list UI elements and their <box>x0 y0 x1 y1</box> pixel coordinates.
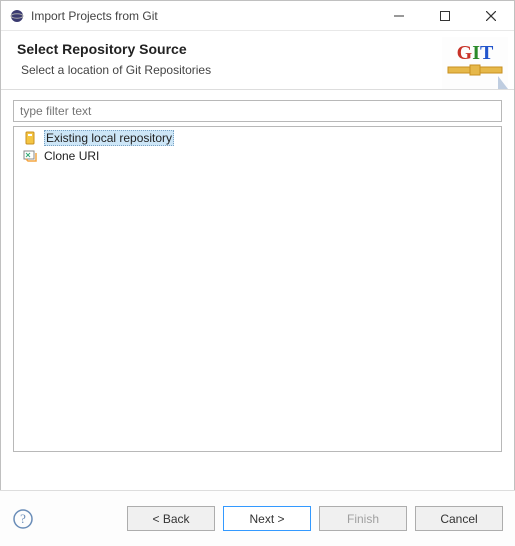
repo-icon <box>22 130 38 146</box>
option-label: Clone URI <box>44 149 99 163</box>
svg-text:GIT: GIT <box>457 42 494 64</box>
eclipse-icon <box>9 8 25 24</box>
wizard-footer: ? < Back Next > Finish Cancel <box>0 490 515 546</box>
filter-input[interactable] <box>13 100 502 122</box>
close-button[interactable] <box>468 1 514 30</box>
minimize-button[interactable] <box>376 1 422 30</box>
page-title: Select Repository Source <box>17 41 498 57</box>
git-logo: GIT <box>442 37 508 89</box>
back-button[interactable]: < Back <box>127 506 215 531</box>
maximize-button[interactable] <box>422 1 468 30</box>
finish-button[interactable]: Finish <box>319 506 407 531</box>
help-icon[interactable]: ? <box>12 508 34 530</box>
option-existing-local-repository[interactable]: Existing local repository <box>14 129 501 147</box>
clone-icon <box>22 148 38 164</box>
repository-source-list[interactable]: Existing local repository Clone URI <box>13 126 502 452</box>
cancel-button[interactable]: Cancel <box>415 506 503 531</box>
window-controls <box>376 1 514 30</box>
option-clone-uri[interactable]: Clone URI <box>14 147 501 165</box>
next-button[interactable]: Next > <box>223 506 311 531</box>
option-label: Existing local repository <box>44 130 174 146</box>
page-subtitle: Select a location of Git Repositories <box>21 63 498 77</box>
titlebar: Import Projects from Git <box>1 1 514 31</box>
wizard-header: Select Repository Source Select a locati… <box>1 31 514 90</box>
svg-text:?: ? <box>20 511 26 526</box>
wizard-content: Existing local repository Clone URI <box>1 90 514 462</box>
window-title: Import Projects from Git <box>31 9 376 23</box>
